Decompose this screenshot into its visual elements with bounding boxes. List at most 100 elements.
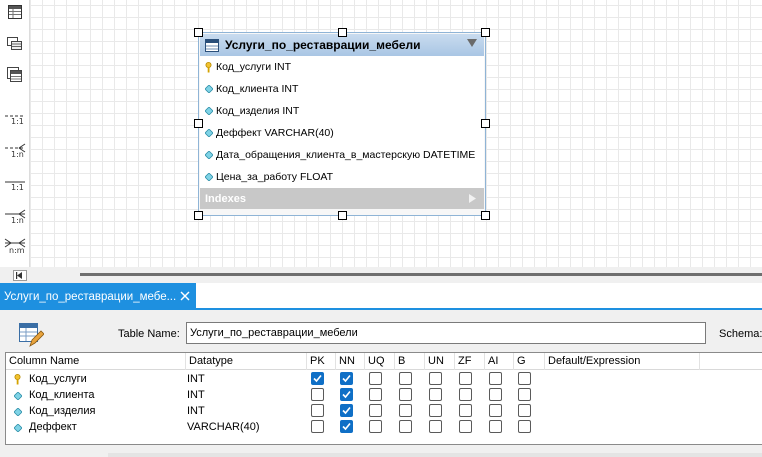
diamond-icon bbox=[204, 172, 213, 182]
tool-label: 1:1 bbox=[11, 183, 24, 192]
zf-checkbox[interactable] bbox=[459, 388, 472, 401]
table-name-input[interactable] bbox=[186, 322, 706, 344]
pk-checkbox[interactable] bbox=[311, 404, 324, 417]
table-tool-button[interactable] bbox=[0, 3, 30, 21]
entity-table-box[interactable]: Услуги_по_реставрации_мебели Код_услуги … bbox=[198, 32, 486, 216]
checkmark-icon bbox=[342, 374, 351, 383]
table-editor-panel: Table Name: Schema: Column Name Datatype… bbox=[0, 310, 762, 457]
resize-handle[interactable] bbox=[481, 211, 490, 220]
un-checkbox[interactable] bbox=[429, 420, 442, 433]
header-ai[interactable]: AI bbox=[485, 353, 514, 370]
entity-column[interactable]: Цена_за_работу FLOAT bbox=[200, 166, 484, 188]
datatype-cell[interactable]: INT bbox=[187, 371, 205, 387]
schema-label: Schema: bbox=[719, 328, 762, 340]
entity-header[interactable]: Услуги_по_реставрации_мебели bbox=[200, 34, 484, 56]
ai-checkbox[interactable] bbox=[489, 420, 502, 433]
b-checkbox[interactable] bbox=[399, 404, 412, 417]
header-un[interactable]: UN bbox=[425, 353, 455, 370]
un-checkbox[interactable] bbox=[429, 388, 442, 401]
table-row[interactable]: Код_услуги INT bbox=[6, 371, 762, 387]
column-name-cell[interactable]: Код_услуги bbox=[29, 371, 87, 387]
entity-column[interactable]: Деффект VARCHAR(40) bbox=[200, 122, 484, 144]
entity-column[interactable]: Код_клиента INT bbox=[200, 78, 484, 100]
column-name-cell[interactable]: Деффект bbox=[29, 419, 77, 435]
entity-indexes-section[interactable]: Indexes bbox=[200, 188, 484, 209]
table-row[interactable]: Код_изделия INT bbox=[6, 403, 762, 419]
nn-checkbox[interactable] bbox=[340, 388, 353, 401]
ai-checkbox[interactable] bbox=[489, 388, 502, 401]
entity-column[interactable]: Код_изделия INT bbox=[200, 100, 484, 122]
b-checkbox[interactable] bbox=[399, 372, 412, 385]
bottom-scrollbar[interactable] bbox=[108, 453, 762, 457]
header-nn[interactable]: NN bbox=[336, 353, 365, 370]
resize-handle[interactable] bbox=[338, 28, 347, 37]
resize-handle[interactable] bbox=[481, 119, 490, 128]
un-checkbox[interactable] bbox=[429, 404, 442, 417]
columns-grid: Column Name Datatype PK NN UQ B UN ZF AI… bbox=[5, 352, 762, 445]
datatype-cell[interactable]: INT bbox=[187, 403, 205, 419]
entity-column[interactable]: Код_услуги INT bbox=[200, 56, 484, 78]
uq-checkbox[interactable] bbox=[369, 404, 382, 417]
b-checkbox[interactable] bbox=[399, 420, 412, 433]
pk-checkbox[interactable] bbox=[311, 372, 324, 385]
rel-1-1-nonid-tool-button[interactable]: 1:1 bbox=[0, 104, 30, 128]
uq-checkbox[interactable] bbox=[369, 372, 382, 385]
header-default-expression[interactable]: Default/Expression bbox=[545, 353, 700, 370]
header-uq[interactable]: UQ bbox=[365, 353, 395, 370]
table-row[interactable]: Код_клиента INT bbox=[6, 387, 762, 403]
resize-handle[interactable] bbox=[481, 28, 490, 37]
rel-1-n-nonid-tool-button[interactable]: 1:n bbox=[0, 136, 30, 160]
resize-handle[interactable] bbox=[194, 28, 203, 37]
zf-checkbox[interactable] bbox=[459, 420, 472, 433]
datatype-cell[interactable]: VARCHAR(40) bbox=[187, 419, 260, 435]
horizontal-scrollbar[interactable] bbox=[0, 267, 762, 283]
nn-checkbox[interactable] bbox=[340, 404, 353, 417]
resize-handle[interactable] bbox=[194, 211, 203, 220]
uq-checkbox[interactable] bbox=[369, 420, 382, 433]
close-icon[interactable] bbox=[179, 290, 191, 302]
pk-checkbox[interactable] bbox=[311, 388, 324, 401]
scrollbar-thumb[interactable] bbox=[80, 273, 762, 276]
header-zf[interactable]: ZF bbox=[455, 353, 485, 370]
entity-column-label: Дата_обращения_клиента_в_мастерскую DATE… bbox=[216, 149, 476, 161]
g-checkbox[interactable] bbox=[518, 420, 531, 433]
column-name-cell[interactable]: Код_клиента bbox=[29, 387, 95, 403]
g-checkbox[interactable] bbox=[518, 404, 531, 417]
view-tool-button[interactable] bbox=[0, 35, 30, 53]
zf-checkbox[interactable] bbox=[459, 372, 472, 385]
collapse-icon[interactable] bbox=[467, 39, 477, 47]
header-column-name[interactable]: Column Name bbox=[6, 353, 186, 370]
left-toolbar: 1:1 1:n 1:1 1:n n:m bbox=[0, 0, 30, 267]
routine-group-icon bbox=[7, 67, 22, 82]
b-checkbox[interactable] bbox=[399, 388, 412, 401]
table-editor-tab[interactable]: Услуги_по_реставрации_мебе... bbox=[0, 283, 196, 310]
zf-checkbox[interactable] bbox=[459, 404, 472, 417]
diamond-icon bbox=[204, 106, 213, 116]
nn-checkbox[interactable] bbox=[340, 372, 353, 385]
entity-column-label: Код_клиента INT bbox=[216, 83, 299, 95]
rel-1-n-id-tool-button[interactable]: 1:n bbox=[0, 202, 30, 226]
nn-checkbox[interactable] bbox=[340, 420, 353, 433]
un-checkbox[interactable] bbox=[429, 372, 442, 385]
g-checkbox[interactable] bbox=[518, 388, 531, 401]
uq-checkbox[interactable] bbox=[369, 388, 382, 401]
entity-column[interactable]: Дата_обращения_клиента_в_мастерскую DATE… bbox=[200, 144, 484, 166]
g-checkbox[interactable] bbox=[518, 372, 531, 385]
ai-checkbox[interactable] bbox=[489, 372, 502, 385]
ai-checkbox[interactable] bbox=[489, 404, 502, 417]
header-g[interactable]: G bbox=[514, 353, 545, 370]
resize-handle[interactable] bbox=[194, 119, 203, 128]
column-name-cell[interactable]: Код_изделия bbox=[29, 403, 95, 419]
header-pk[interactable]: PK bbox=[307, 353, 336, 370]
rel-n-m-tool-button[interactable]: n:m bbox=[0, 230, 30, 256]
rel-1-1-id-tool-button[interactable]: 1:1 bbox=[0, 170, 30, 194]
header-b[interactable]: B bbox=[395, 353, 425, 370]
pk-checkbox[interactable] bbox=[311, 420, 324, 433]
datatype-cell[interactable]: INT bbox=[187, 387, 205, 403]
header-datatype[interactable]: Datatype bbox=[186, 353, 307, 370]
expand-icon[interactable] bbox=[469, 194, 476, 203]
scroll-left-button[interactable] bbox=[13, 270, 27, 281]
resize-handle[interactable] bbox=[338, 211, 347, 220]
table-row[interactable]: Деффект VARCHAR(40) bbox=[6, 419, 762, 435]
routine-group-tool-button[interactable] bbox=[0, 66, 30, 84]
